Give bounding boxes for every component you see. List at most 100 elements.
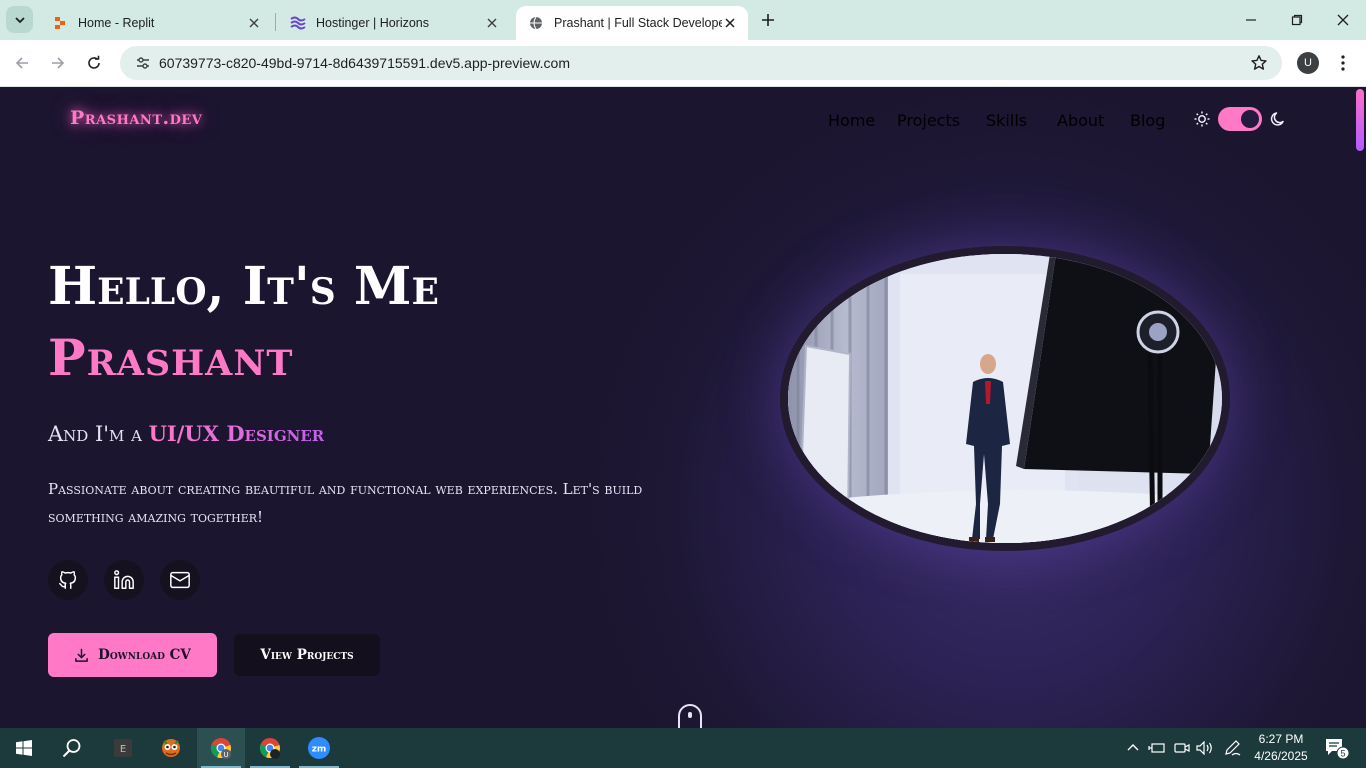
tab-replit[interactable]: Home - Replit <box>40 6 272 40</box>
mail-icon <box>170 571 190 589</box>
close-icon <box>1337 14 1349 26</box>
taskbar-app-e[interactable]: E <box>99 728 147 768</box>
chrome-icon: U <box>210 738 231 759</box>
search-button[interactable] <box>48 728 96 768</box>
notification-count: 5 <box>1340 749 1345 759</box>
tab-search-button[interactable] <box>6 6 33 33</box>
back-button[interactable] <box>9 50 35 76</box>
github-icon <box>59 571 77 589</box>
taskbar-chrome-profile-2[interactable] <box>246 728 294 768</box>
chevron-up-icon <box>1127 744 1139 751</box>
clock-date: 4/26/2025 <box>1254 749 1308 763</box>
globe-icon <box>528 15 544 31</box>
search-icon <box>62 739 81 758</box>
linkedin-icon <box>114 570 134 589</box>
theme-toggle[interactable] <box>1218 107 1262 131</box>
nav-blog[interactable]: Blog <box>1130 111 1165 130</box>
forward-button[interactable] <box>45 50 71 76</box>
taskbar-app-mascot[interactable] <box>147 728 195 768</box>
arrow-left-icon <box>15 57 28 69</box>
close-window-button[interactable] <box>1330 8 1356 32</box>
hostinger-icon <box>290 15 306 31</box>
linkedin-link[interactable] <box>104 560 144 600</box>
profile-avatar[interactable]: U <box>1297 52 1319 74</box>
address-bar[interactable]: 60739773-c820-49bd-9714-8d6439715591.dev… <box>120 46 1282 80</box>
github-link[interactable] <box>48 560 88 600</box>
tab-strip: Home - Replit Hostinger | Horizons Prash… <box>0 0 1366 40</box>
svg-text:U: U <box>223 751 228 759</box>
zoom-icon: zm <box>308 737 330 759</box>
email-link[interactable] <box>160 560 200 600</box>
taskbar-chrome-active[interactable]: U <box>197 728 245 768</box>
meet-camera-icon <box>1174 743 1190 753</box>
bookmark-star-icon[interactable] <box>1250 54 1268 76</box>
notification-icon: 5 <box>1326 739 1350 760</box>
mascot-app-icon <box>162 739 180 757</box>
hero-subtitle-prefix: And I'm a <box>48 422 149 446</box>
profile-photo-frame <box>780 246 1230 551</box>
taskbar-clock[interactable]: 6:27 PM 4/26/2025 <box>1248 731 1314 765</box>
tray-camera[interactable] <box>1172 728 1192 768</box>
hero-subtitle: And I'm a UI/UX Designer <box>48 421 324 446</box>
svg-text:E: E <box>120 744 126 755</box>
nav-projects[interactable]: Projects <box>897 111 960 130</box>
arrow-right-icon <box>52 57 65 69</box>
toggle-knob <box>1241 110 1259 128</box>
download-icon <box>75 648 88 662</box>
volume-icon <box>1196 741 1212 755</box>
site-logo[interactable]: Prashant.dev <box>70 107 202 129</box>
download-cv-button[interactable]: Download CV <box>48 633 217 677</box>
close-icon[interactable] <box>484 15 500 31</box>
more-menu-button[interactable] <box>1334 52 1352 74</box>
chrome-icon <box>259 738 280 759</box>
clock-time: 6:27 PM <box>1258 732 1304 746</box>
nav-home[interactable]: Home <box>828 111 875 130</box>
reload-button[interactable] <box>81 50 107 76</box>
tray-volume[interactable] <box>1195 728 1215 768</box>
tray-network[interactable] <box>1146 728 1168 768</box>
battery-plug-icon <box>1148 743 1165 753</box>
download-cv-label: Download CV <box>98 647 191 663</box>
tab-portfolio[interactable]: Prashant | Full Stack Developer <box>516 6 748 40</box>
page-viewport: Prashant.dev Home Projects Skills About … <box>0 87 1366 728</box>
scroll-indicator-icon[interactable] <box>678 704 702 728</box>
restore-button[interactable] <box>1284 8 1310 32</box>
page-scrollbar-thumb[interactable] <box>1356 89 1364 151</box>
tab-title: Prashant | Full Stack Developer <box>554 16 722 30</box>
minimize-button[interactable] <box>1238 8 1264 32</box>
url-text: 60739773-c820-49bd-9714-8d6439715591.dev… <box>159 55 570 71</box>
browser-toolbar: 60739773-c820-49bd-9714-8d6439715591.dev… <box>0 40 1366 87</box>
sun-icon <box>1193 110 1211 132</box>
tab-title: Hostinger | Horizons <box>316 16 430 30</box>
svg-text:zm: zm <box>312 745 327 755</box>
notification-center-button[interactable]: 5 <box>1322 728 1352 768</box>
app-e-icon: E <box>114 739 132 757</box>
tray-overflow-button[interactable] <box>1124 728 1142 768</box>
view-projects-button[interactable]: View Projects <box>234 634 380 676</box>
windows-logo-icon <box>16 740 32 756</box>
hero-name: Prashant <box>48 328 294 387</box>
tab-title: Home - Replit <box>78 16 155 30</box>
windows-taskbar: E U zm 6:27 PM 4/26/2025 5 <box>0 728 1366 768</box>
pen-icon <box>1225 740 1241 756</box>
hero-role: UI/UX Designer <box>148 421 325 446</box>
site-info-icon[interactable] <box>128 56 158 70</box>
view-projects-label: View Projects <box>260 647 354 663</box>
nav-about[interactable]: About <box>1057 111 1104 130</box>
start-button[interactable] <box>0 728 48 768</box>
replit-icon <box>52 15 68 31</box>
taskbar-zoom[interactable]: zm <box>295 728 343 768</box>
chevron-down-icon <box>14 16 25 23</box>
restore-icon <box>1291 14 1303 26</box>
close-icon[interactable] <box>246 15 262 31</box>
tab-hostinger[interactable]: Hostinger | Horizons <box>278 6 510 40</box>
kebab-menu-icon <box>1341 55 1345 71</box>
new-tab-button[interactable] <box>758 10 778 30</box>
nav-skills[interactable]: Skills <box>986 111 1027 130</box>
close-icon[interactable] <box>722 15 738 31</box>
tab-separator <box>275 13 276 31</box>
page-scrollbar[interactable] <box>1354 87 1366 728</box>
tray-pen[interactable] <box>1222 728 1244 768</box>
hero-greeting: Hello, It's Me <box>48 256 439 317</box>
scroll-indicator-dot <box>688 712 692 718</box>
